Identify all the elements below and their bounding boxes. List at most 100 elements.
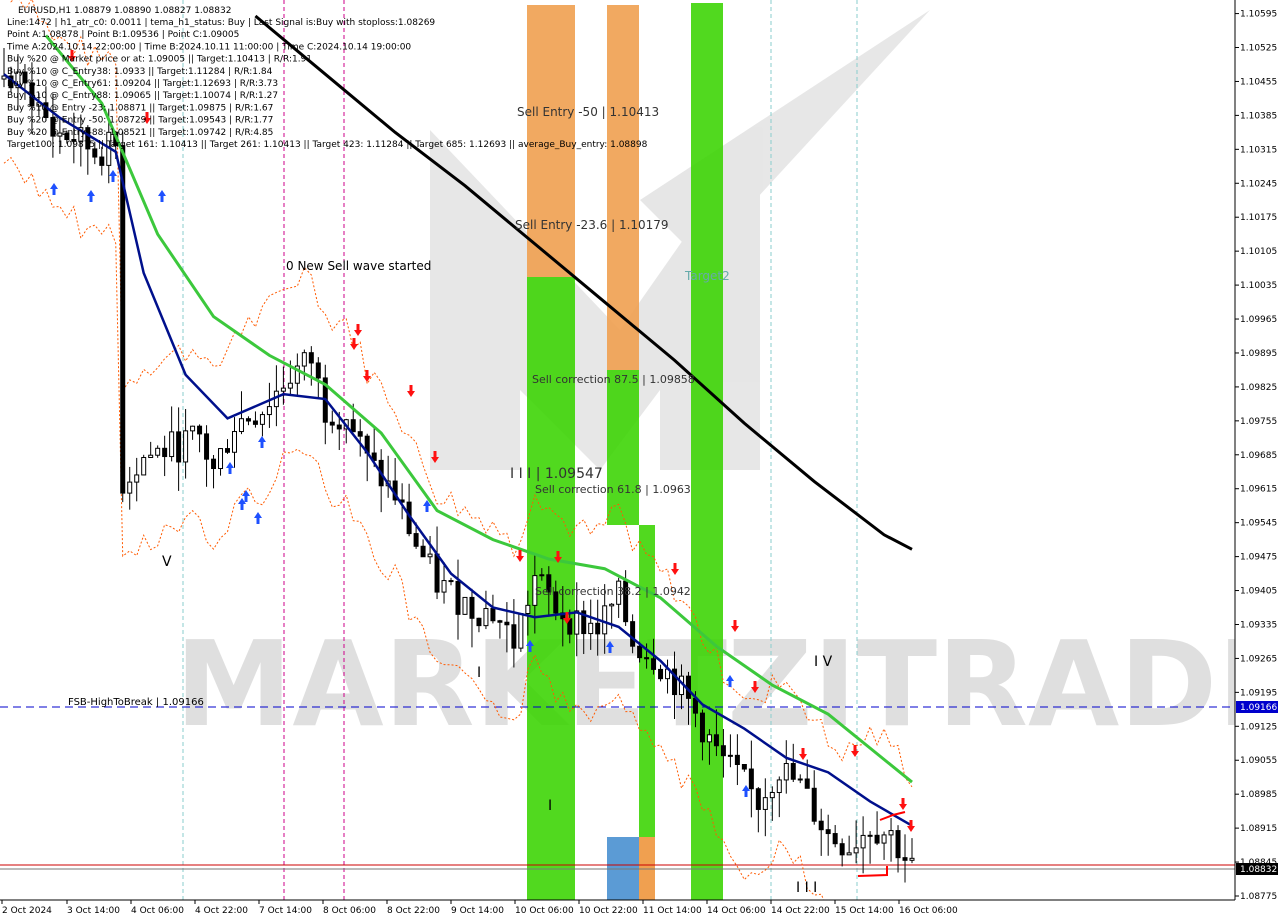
candle-body [511,624,517,649]
orange-zone-2 [607,5,639,370]
info-line: Target100: 1.09875 || Target 161: 1.1041… [6,140,648,150]
x-tick-label: 2 Oct 2024 [2,906,52,916]
candle-body [776,779,782,794]
y-tick-label: 1.09895 [1240,349,1277,359]
x-tick-label: 16 Oct 06:00 [899,906,958,916]
candle-body [609,603,615,607]
candle-body [183,430,189,463]
candle-body [176,431,182,463]
x-tick-label: 4 Oct 22:00 [195,906,248,916]
candle-body [783,763,789,781]
x-tick-label: 8 Oct 06:00 [323,906,376,916]
green-zone-3 [639,525,655,837]
candle-body [811,787,817,822]
candle-body [169,431,175,458]
green-zone-2 [607,370,639,525]
x-tick-label: 7 Oct 14:00 [259,906,312,916]
y-tick-label: 1.09405 [1240,587,1277,597]
candle-body [420,545,426,558]
sell-corr-618-label: Sell correction 61.8 | 1.0963 [535,483,691,496]
wave-i-label-b: I [548,798,552,814]
info-line: Time A:2024.10.14 22:00:00 | Time B:2024… [6,42,411,52]
x-tick-label: 14 Oct 22:00 [771,906,830,916]
candle-body [539,574,545,577]
candle-body [790,763,796,780]
time-axis[interactable] [0,900,1280,920]
x-tick-label: 15 Oct 14:00 [835,906,894,916]
candle-body [134,474,140,483]
price-chart[interactable]: MARKETZITRADE Sell Entry -50 | 1.10413 S… [0,0,1280,924]
candle-body [413,533,419,547]
wave-v-label: V [162,554,172,570]
candle-body [637,645,643,659]
y-tick-label: 1.09545 [1240,519,1277,529]
info-line: Buy %10 @ Entry -23: 1.08871 || Target:1… [7,103,273,113]
candle-body [252,420,258,425]
candle-body [462,596,468,615]
candle-body [497,620,503,623]
y-tick-label: 1.10175 [1240,213,1277,223]
candle-body [127,481,133,494]
candle-body [720,745,726,757]
candle-body [909,857,915,861]
candle-body [336,424,342,430]
candle-body [895,830,901,859]
y-tick-label: 1.10245 [1240,179,1277,189]
candle-body [741,764,747,770]
wave-iv-label: I V [814,654,833,670]
candle-body [825,829,831,835]
candle-body [357,431,363,437]
chart-window[interactable]: MARKETZITRADE Sell Entry -50 | 1.10413 S… [0,0,1280,924]
candle-body [846,852,852,856]
candle-body [797,778,803,781]
candle-body [315,362,321,379]
x-tick-label: 11 Oct 14:00 [643,906,702,916]
candle-body [350,419,356,433]
candle-body [197,425,203,435]
candle-body [231,431,237,453]
candle-body [888,830,894,836]
candle-body [832,833,838,845]
fsb-label: FSB-HighToBreak | 1.09166 [68,697,204,708]
info-line: Buy %10 @ C_Entry88: 1.09065 || Target:1… [7,91,278,101]
candle-body [455,580,461,615]
candle-body [504,621,510,626]
sell-corr-382-label: Sell correction 38.2 | 1.0942 [535,585,691,598]
candle-body [190,425,196,432]
sell-entry-50-label: Sell Entry -50 | 1.10413 [517,105,659,119]
candle-body [762,797,768,810]
x-tick-label: 9 Oct 14:00 [451,906,504,916]
symbol-line: EURUSD,H1 1.08879 1.08890 1.08827 1.0883… [18,6,231,16]
y-tick-label: 1.09825 [1240,383,1277,393]
sell-corr-875-label: Sell correction 87.5 | 1.09858 [532,373,695,386]
candle-body [692,697,698,714]
x-tick-label: 4 Oct 06:00 [131,906,184,916]
candle-body [658,668,664,680]
candle-body [441,580,447,593]
candle-body [259,414,265,425]
candle-body [329,421,335,426]
watermark-text: MARKETZITRADE [175,615,1280,753]
candle-body [769,792,775,799]
candle-body [211,458,217,470]
y-tick-label: 1.09685 [1240,451,1277,461]
info-line: Buy %20 @ Entry -88: 1.08521 || Target:1… [7,128,273,138]
candle-body [818,820,824,831]
y-tick-label: 1.09055 [1240,756,1277,766]
candle-body [699,712,705,743]
candle-body [755,788,761,810]
y-tick-label: 1.10035 [1240,281,1277,291]
candle-body [141,457,147,476]
candle-body [99,156,105,166]
y-tick-label: 1.10385 [1240,111,1277,121]
candle-body [483,608,489,627]
candle-body [804,778,810,789]
y-tick-label: 1.10525 [1240,44,1277,54]
candle-body [651,658,657,670]
y-tick-label: 1.10595 [1240,10,1277,20]
candle-body [902,857,908,861]
candle-body [574,610,580,635]
y-tick-label: 1.09755 [1240,417,1277,427]
y-tick-label: 1.08985 [1240,790,1277,800]
info-line: Line:1472 | h1_atr_c0: 0.0011 | tema_h1_… [7,18,435,28]
